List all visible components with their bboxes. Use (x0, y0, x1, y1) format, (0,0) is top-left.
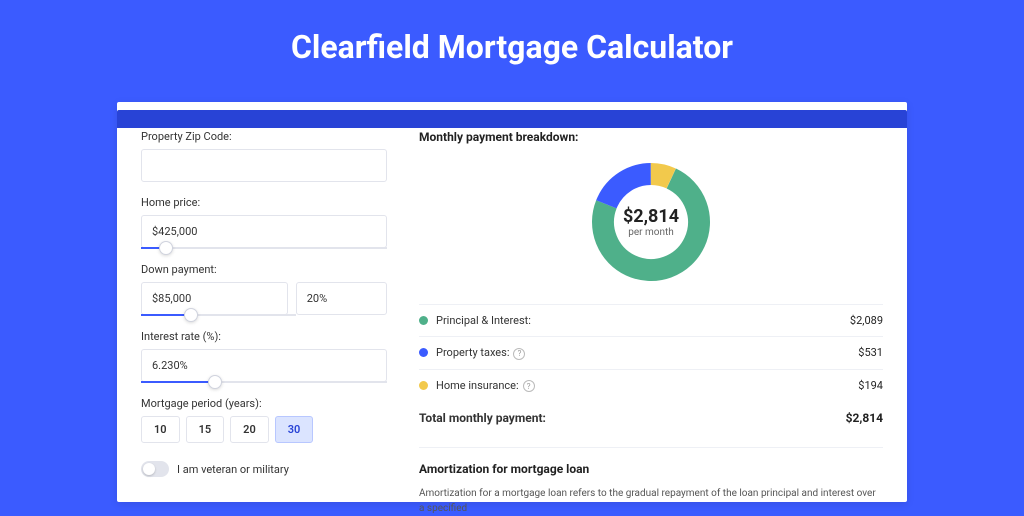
price-input[interactable] (141, 215, 387, 248)
amortization-heading: Amortization for mortgage loan (419, 462, 883, 476)
rate-slider-thumb[interactable] (208, 375, 222, 389)
donut-chart: $2,814 per month (419, 158, 883, 286)
down-amount-input[interactable] (141, 282, 288, 315)
rate-slider-fill (141, 381, 215, 383)
card-header-strip (117, 110, 907, 128)
legend-taxes-value: $531 (858, 346, 883, 359)
period-20[interactable]: 20 (230, 416, 269, 443)
period-30[interactable]: 30 (275, 416, 314, 443)
legend-taxes-label: Property taxes:? (436, 346, 858, 360)
period-label: Mortgage period (years): (141, 397, 387, 410)
breakdown-heading: Monthly payment breakdown: (419, 130, 883, 144)
veteran-toggle[interactable] (141, 461, 169, 477)
page-title: Clearfield Mortgage Calculator (0, 0, 1024, 84)
rate-field: Interest rate (%): (141, 330, 387, 383)
veteran-row: I am veteran or military (141, 461, 387, 477)
down-percent-input[interactable] (296, 282, 387, 315)
total-label: Total monthly payment: (419, 411, 846, 425)
total-value: $2,814 (846, 411, 883, 425)
legend-insurance: Home insurance:? $194 (419, 369, 883, 402)
legend-principal: Principal & Interest: $2,089 (419, 304, 883, 336)
form-panel: Property Zip Code: Home price: Down paym… (141, 130, 387, 474)
info-icon[interactable]: ? (523, 380, 535, 392)
down-slider[interactable] (141, 314, 296, 316)
legend-total: Total monthly payment: $2,814 (419, 401, 883, 435)
zip-input[interactable] (141, 149, 387, 182)
zip-label: Property Zip Code: (141, 130, 387, 143)
down-slider-thumb[interactable] (184, 308, 198, 322)
price-label: Home price: (141, 196, 387, 209)
veteran-label: I am veteran or military (177, 463, 289, 476)
donut-value: $2,814 (623, 206, 679, 227)
price-slider-thumb[interactable] (159, 241, 173, 255)
rate-label: Interest rate (%): (141, 330, 387, 343)
dot-icon (419, 348, 428, 357)
donut-sublabel: per month (628, 227, 674, 238)
legend-insurance-label: Home insurance:? (436, 379, 858, 393)
breakdown-panel: Monthly payment breakdown: $2,814 per mo… (419, 130, 883, 474)
calculator-card: Property Zip Code: Home price: Down paym… (117, 102, 907, 502)
donut-center: $2,814 per month (587, 158, 715, 286)
price-field: Home price: (141, 196, 387, 249)
rate-slider[interactable] (141, 381, 387, 383)
info-icon[interactable]: ? (513, 348, 525, 360)
amortization-section: Amortization for mortgage loan Amortizat… (419, 447, 883, 516)
dot-icon (419, 316, 428, 325)
rate-input[interactable] (141, 349, 387, 382)
down-field: Down payment: (141, 263, 387, 316)
price-slider[interactable] (141, 247, 387, 249)
period-field: Mortgage period (years): 10 15 20 30 (141, 397, 387, 443)
legend-principal-value: $2,089 (850, 314, 883, 327)
zip-field: Property Zip Code: (141, 130, 387, 182)
period-options: 10 15 20 30 (141, 416, 387, 443)
dot-icon (419, 381, 428, 390)
down-label: Down payment: (141, 263, 387, 276)
legend-principal-label: Principal & Interest: (436, 314, 850, 327)
period-15[interactable]: 15 (186, 416, 225, 443)
legend-taxes: Property taxes:? $531 (419, 336, 883, 369)
period-10[interactable]: 10 (141, 416, 180, 443)
legend-insurance-value: $194 (858, 379, 883, 392)
